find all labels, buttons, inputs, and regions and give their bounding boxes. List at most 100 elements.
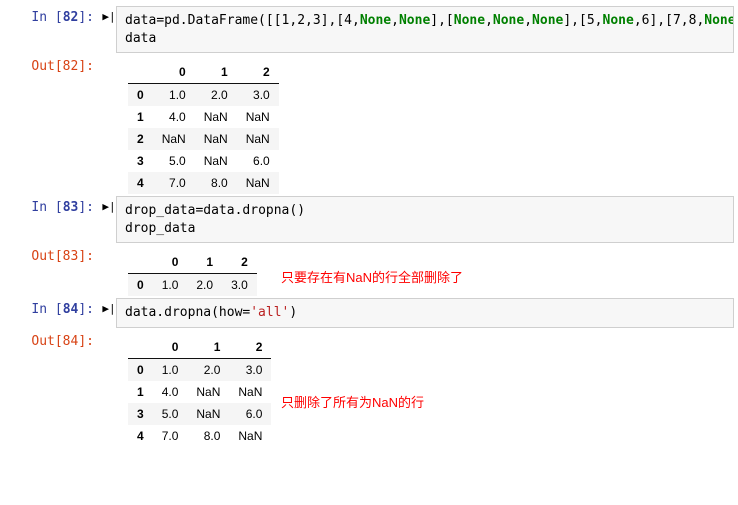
input-cell: In [84]:▶|data.dropna(how='all') [4, 298, 734, 328]
df-cell: 4.0 [153, 106, 195, 128]
code-token: ],[ [430, 13, 453, 28]
code-token: drop_data [125, 203, 195, 218]
df-col-header: 1 [187, 336, 229, 359]
code-token: None [532, 13, 563, 28]
in-prompt: In [84]: [4, 298, 102, 321]
run-button-col: ▶| [102, 298, 116, 314]
df-cell: NaN [229, 381, 271, 403]
code-token: None [704, 13, 734, 28]
code-token: , [485, 13, 493, 28]
table-row: 01.02.03.0 [128, 274, 257, 297]
table-row: 01.02.03.0 [128, 358, 271, 381]
code-token: pd.DataFrame([[ [164, 13, 281, 28]
df-cell: 7.0 [153, 425, 188, 447]
out-prompt: Out[82]: [4, 55, 102, 78]
table-row: 14.0NaNNaN [128, 106, 279, 128]
table-row: 35.0NaN6.0 [128, 403, 271, 425]
table-row: 35.0NaN6.0 [128, 150, 279, 172]
code-token: , [352, 13, 360, 28]
df-col-header: 0 [153, 336, 188, 359]
code-token: 5 [587, 13, 595, 28]
df-cell: NaN [195, 128, 237, 150]
in-prompt: In [82]: [4, 6, 102, 29]
in-prompt: In [83]: [4, 196, 102, 219]
df-cell: 5.0 [153, 403, 188, 425]
df-cell: 2.0 [187, 274, 222, 297]
df-cell: 1.0 [153, 84, 195, 107]
df-cell: NaN [187, 381, 229, 403]
df-cell: 2.0 [195, 84, 237, 107]
df-col-header: 0 [153, 61, 195, 84]
dataframe-table: 01201.02.03.0 [128, 251, 257, 296]
code-token: data.dropna() [203, 203, 305, 218]
df-cell: NaN [237, 106, 279, 128]
df-row-header: 0 [128, 84, 153, 107]
df-cell: 5.0 [153, 150, 195, 172]
df-row-header: 3 [128, 150, 153, 172]
df-row-header: 4 [128, 172, 153, 194]
code-token: 4 [344, 13, 352, 28]
run-button-col: ▶| [102, 6, 116, 22]
df-cell: 4.0 [153, 381, 188, 403]
df-cell: NaN [237, 128, 279, 150]
df-cell: NaN [229, 425, 271, 447]
df-cell: 6.0 [229, 403, 271, 425]
code-token: , [681, 13, 689, 28]
code-token: , [634, 13, 642, 28]
output-cell: Out[82]:01201.02.03.014.0NaNNaN2NaNNaNNa… [4, 55, 734, 194]
output-area: 01201.02.03.0只要存在有NaN的行全部删除了 [116, 245, 734, 296]
table-row: 01.02.03.0 [128, 84, 279, 107]
table-row: 14.0NaNNaN [128, 381, 271, 403]
df-cell: NaN [153, 128, 195, 150]
out-prompt: Out[83]: [4, 245, 102, 268]
df-row-header: 1 [128, 106, 153, 128]
annotation-text: 只要存在有NaN的行全部删除了 [281, 267, 463, 286]
df-cell: 8.0 [195, 172, 237, 194]
code-input[interactable]: data.dropna(how='all') [116, 298, 734, 328]
code-token: , [305, 13, 313, 28]
input-cell: In [83]:▶|drop_data=data.dropna() drop_d… [4, 196, 734, 243]
out-prompt: Out[84]: [4, 330, 102, 353]
df-row-header: 0 [128, 358, 153, 381]
code-token: , [524, 13, 532, 28]
output-cell: Out[84]:01201.02.03.014.0NaNNaN35.0NaN6.… [4, 330, 734, 447]
df-row-header: 4 [128, 425, 153, 447]
code-token: 'all' [250, 305, 289, 320]
table-row: 47.08.0NaN [128, 172, 279, 194]
code-input[interactable]: data=pd.DataFrame([[1,2,3],[4,None,None]… [116, 6, 734, 53]
df-cell: 8.0 [187, 425, 229, 447]
code-input[interactable]: drop_data=data.dropna() drop_data [116, 196, 734, 243]
df-cell: NaN [237, 172, 279, 194]
code-token: 3 [313, 13, 321, 28]
code-token: 7 [673, 13, 681, 28]
df-cell: 2.0 [187, 358, 229, 381]
run-cell-icon[interactable]: ▶| [102, 201, 115, 212]
df-cell: 3.0 [229, 358, 271, 381]
df-cell: 1.0 [153, 274, 188, 297]
df-row-header: 0 [128, 274, 153, 297]
df-cell: 3.0 [237, 84, 279, 107]
code-token: ) [289, 305, 297, 320]
code-token: data [125, 31, 156, 46]
run-cell-icon[interactable]: ▶| [102, 303, 115, 314]
df-cell: 6.0 [237, 150, 279, 172]
df-cell: NaN [195, 106, 237, 128]
code-token: = [156, 13, 164, 28]
input-cell: In [82]:▶|data=pd.DataFrame([[1,2,3],[4,… [4, 6, 734, 53]
run-cell-icon[interactable]: ▶| [102, 11, 115, 22]
df-col-header: 2 [229, 336, 271, 359]
code-token: ],[ [563, 13, 586, 28]
code-token: data [125, 13, 156, 28]
code-token: data.dropna(how [125, 305, 242, 320]
df-cell: 1.0 [153, 358, 188, 381]
df-cell: 3.0 [222, 274, 257, 297]
df-cell: 7.0 [153, 172, 195, 194]
df-cell: NaN [195, 150, 237, 172]
df-col-header: 2 [237, 61, 279, 84]
table-row: 2NaNNaNNaN [128, 128, 279, 150]
df-row-header: 3 [128, 403, 153, 425]
code-token: None [360, 13, 391, 28]
code-token: 2 [297, 13, 305, 28]
output-area: 01201.02.03.014.0NaNNaN2NaNNaNNaN35.0NaN… [116, 55, 734, 194]
df-row-header: 1 [128, 381, 153, 403]
